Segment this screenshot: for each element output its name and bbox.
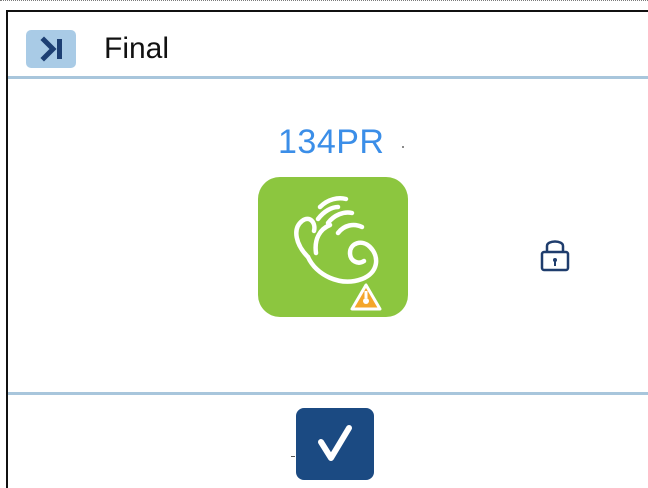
device-code: 134PR xyxy=(278,123,385,161)
skip-to-end-button[interactable] xyxy=(26,30,76,68)
page-title: Final xyxy=(104,32,170,65)
contactless-hand-warning-icon xyxy=(294,196,382,311)
header-bar: Final xyxy=(8,12,648,76)
checkmark-icon xyxy=(318,425,352,461)
footer-divider xyxy=(8,392,648,395)
stray-mark xyxy=(291,456,295,457)
window-frame: Final 134PR xyxy=(6,10,648,488)
padlock-icon xyxy=(538,234,572,274)
skip-to-end-icon xyxy=(40,36,62,62)
header-divider xyxy=(8,76,648,79)
top-dotted-border xyxy=(0,0,648,1)
speck-mark xyxy=(402,146,404,148)
contactless-app-tile[interactable] xyxy=(258,177,408,317)
confirm-button[interactable] xyxy=(296,408,374,480)
